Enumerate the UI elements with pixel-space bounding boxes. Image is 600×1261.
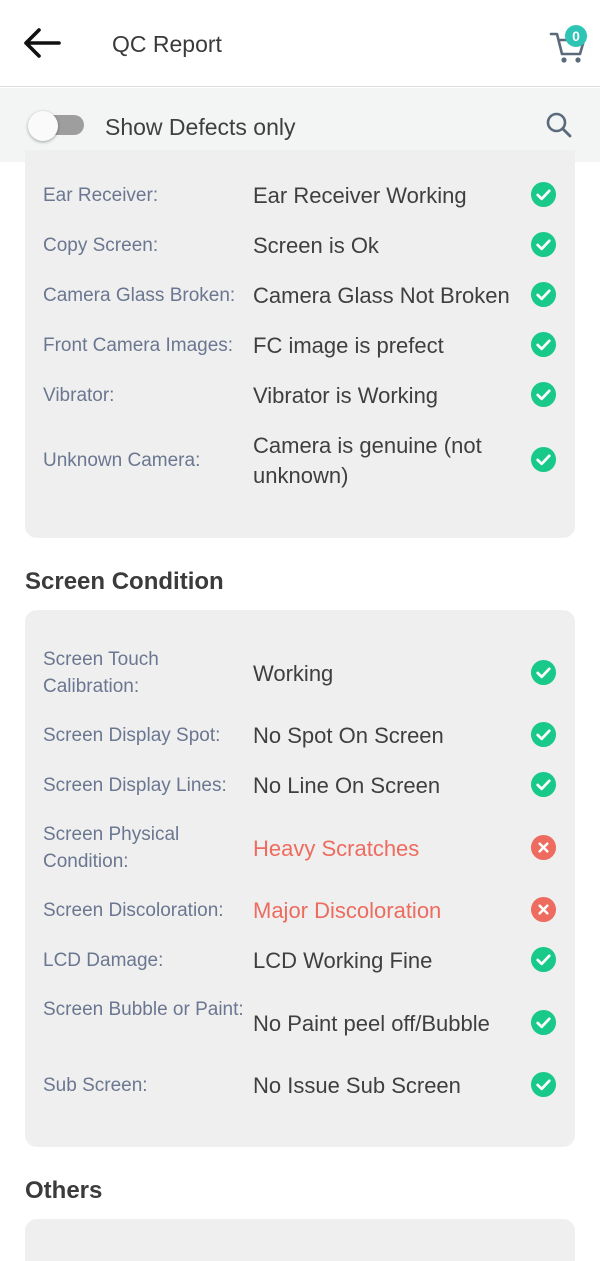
cart-count-badge: 0: [565, 25, 587, 47]
back-button[interactable]: [22, 26, 66, 60]
row-value-defect: Heavy Scratches: [253, 836, 420, 861]
page-title: QC Report: [112, 31, 222, 57]
row-label: Unknown Camera:: [43, 450, 201, 471]
row-label: Screen Display Lines:: [43, 775, 227, 796]
row-value: No Issue Sub Screen: [253, 1073, 461, 1098]
check-circle-icon: [530, 331, 557, 358]
check-circle-icon: [530, 659, 557, 686]
row-label: Screen Physical Condition:: [43, 824, 180, 872]
app-header: [0, 0, 600, 87]
row-value: No Spot On Screen: [253, 723, 444, 748]
check-circle-icon: [530, 946, 557, 973]
row-label: Vibrator:: [43, 385, 115, 406]
row-label: Screen Bubble or Paint:: [43, 999, 244, 1020]
row-value-defect: Major Discoloration: [253, 898, 442, 923]
check-circle-icon: [530, 181, 557, 208]
section-title-screen-condition: Screen Condition: [25, 568, 224, 595]
row-label: Camera Glass Broken:: [43, 285, 236, 306]
others-card: [25, 1219, 575, 1261]
search-button[interactable]: [544, 110, 574, 140]
row-label: Screen Display Spot:: [43, 725, 221, 746]
row-label: LCD Damage:: [43, 950, 164, 971]
search-icon: [546, 112, 572, 138]
check-circle-icon: [530, 231, 557, 258]
row-label: Front Camera Images:: [43, 335, 234, 356]
row-value: No Paint peel off/Bubble: [253, 1011, 490, 1036]
row-label: Screen Touch Calibration:: [43, 649, 159, 697]
check-circle-icon: [530, 1071, 557, 1098]
check-circle-icon: [530, 381, 557, 408]
check-circle-icon: [530, 771, 557, 798]
toggle-knob: [28, 111, 58, 141]
row-value: Vibrator is Working: [253, 383, 439, 408]
row-value: No Line On Screen: [253, 773, 441, 798]
section-title-others: Others: [25, 1177, 103, 1204]
row-value: FC image is prefect: [253, 333, 444, 358]
row-label: Copy Screen:: [43, 235, 159, 256]
row-value: Camera is genuine (not unknown): [253, 433, 482, 488]
check-circle-icon: [530, 446, 557, 473]
row-label: Sub Screen:: [43, 1075, 148, 1096]
row-value: Ear Receiver Working: [253, 183, 467, 208]
defects-only-label: Show Defects only: [105, 114, 296, 140]
row-value: LCD Working Fine: [253, 948, 433, 973]
row-value: Working: [253, 661, 334, 686]
row-value: Camera Glass Not Broken: [253, 283, 510, 308]
defects-only-toggle[interactable]: [28, 111, 86, 141]
check-circle-icon: [530, 281, 557, 308]
x-circle-icon: [530, 896, 557, 923]
x-circle-icon: [530, 834, 557, 861]
row-label: Ear Receiver:: [43, 185, 159, 206]
arrow-left-icon: [24, 28, 61, 58]
row-label: Screen Discoloration:: [43, 900, 224, 921]
check-circle-icon: [530, 1009, 557, 1036]
row-value: Screen is Ok: [253, 233, 379, 258]
check-circle-icon: [530, 721, 557, 748]
